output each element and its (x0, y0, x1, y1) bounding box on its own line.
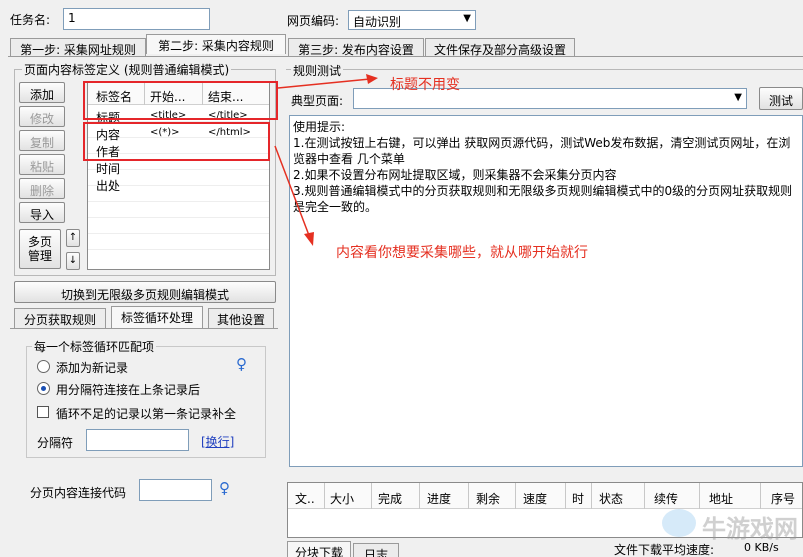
chevron-down-icon: ▼ (463, 13, 471, 24)
column-time[interactable]: 时 (572, 490, 584, 507)
separator-label: 分隔符 (37, 436, 74, 450)
tab-block-download[interactable]: 分块下载 (287, 541, 351, 557)
avg-speed-label: 文件下载平均速度: (614, 543, 715, 557)
radio-append-label: 用分隔符连接在上条记录后 (56, 383, 201, 397)
task-name-label: 任务名: (10, 13, 51, 27)
tab-step1-url-rules[interactable]: 第一步: 采集网址规则 (10, 38, 146, 57)
tab-step3-publish[interactable]: 第三步: 发布内容设置 (288, 38, 424, 57)
column-file[interactable]: 文.. (295, 490, 315, 507)
switch-multipage-mode-button[interactable]: 切换到无限级多页规则编辑模式 (14, 281, 276, 303)
help-icon[interactable]: ♀ (236, 355, 247, 373)
newline-link[interactable]: [换行] (201, 433, 234, 450)
table-row[interactable]: 出处 (88, 175, 269, 193)
move-down-arrow-icon[interactable]: ↓ (66, 252, 80, 270)
move-up-arrow-icon[interactable]: ↑ (66, 229, 80, 247)
title-highlight-box (83, 81, 278, 120)
title-annotation-note: 标题不用变 (390, 77, 460, 93)
encoding-select[interactable]: 自动识别 ▼ (348, 10, 476, 30)
column-remaining[interactable]: 剩余 (476, 490, 500, 507)
column-size[interactable]: 大小 (330, 490, 354, 507)
annotation-arrows (274, 74, 378, 246)
content-highlight-box (83, 122, 270, 161)
column-index[interactable]: 序号 (771, 490, 795, 507)
loop-group-title: 每一个标签循环匹配项 (32, 338, 157, 355)
help-icon[interactable]: ♀ (219, 479, 230, 497)
tab-tag-loop[interactable]: 标签循环处理 (111, 306, 203, 329)
tab-pagination-rules[interactable]: 分页获取规则 (14, 308, 106, 328)
separator-input[interactable] (86, 429, 189, 451)
import-button[interactable]: 导入 (19, 202, 65, 223)
tab-file-save-advanced[interactable]: 文件保存及部分高级设置 (425, 38, 575, 57)
radio-add-new-record[interactable] (37, 360, 50, 373)
radio-append-separator[interactable] (37, 382, 50, 395)
tab-other-settings[interactable]: 其他设置 (208, 308, 274, 328)
paste-button[interactable]: 粘贴 (19, 154, 65, 175)
multipage-manage-button[interactable]: 多页 管理 (19, 229, 61, 269)
tab-strip-line (8, 56, 803, 57)
encoding-label: 网页编码: (287, 14, 340, 28)
radio-add-new-label: 添加为新记录 (56, 361, 129, 375)
test-button[interactable]: 测试 (759, 87, 803, 110)
content-annotation-note: 内容看你想要采集哪些，就从哪开始就行 (336, 245, 588, 261)
column-address[interactable]: 地址 (709, 490, 733, 507)
task-name-input[interactable]: 1 (63, 8, 210, 30)
tag-name-cell: 出处 (96, 179, 121, 193)
subtab-strip-line (10, 328, 278, 329)
delete-button[interactable]: 删除 (19, 178, 65, 199)
page-link-code-label: 分页内容连接代码 (30, 486, 127, 500)
encoding-value: 自动识别 (353, 15, 402, 29)
copy-button[interactable]: 复制 (19, 130, 65, 151)
mascot-logo-icon (662, 509, 696, 537)
checkbox-fill-label: 循环不足的记录以第一条记录补全 (56, 407, 237, 421)
column-status[interactable]: 状态 (599, 490, 623, 507)
column-resume[interactable]: 续传 (654, 490, 678, 507)
page-link-code-input[interactable] (139, 479, 212, 501)
edit-button[interactable]: 修改 (19, 106, 65, 127)
column-done[interactable]: 完成 (378, 490, 402, 507)
tag-section-title: 页面内容标签定义 (规则普通编辑模式) (22, 61, 232, 78)
checkbox-fill-first-record[interactable] (37, 406, 49, 418)
site-watermark: 牛游戏网 (702, 515, 798, 543)
tab-step2-content-rules[interactable]: 第二步: 采集内容规则 (146, 34, 286, 54)
tab-log[interactable]: 日志 (353, 543, 399, 557)
download-list-header: 文.. 大小 完成 进度 剩余 速度 时 状态 续传 地址 序号 (288, 483, 802, 509)
column-progress[interactable]: 进度 (427, 490, 451, 507)
column-speed[interactable]: 速度 (523, 490, 547, 507)
add-button[interactable]: 添加 (19, 82, 65, 103)
chevron-down-icon: ▼ (734, 92, 742, 103)
